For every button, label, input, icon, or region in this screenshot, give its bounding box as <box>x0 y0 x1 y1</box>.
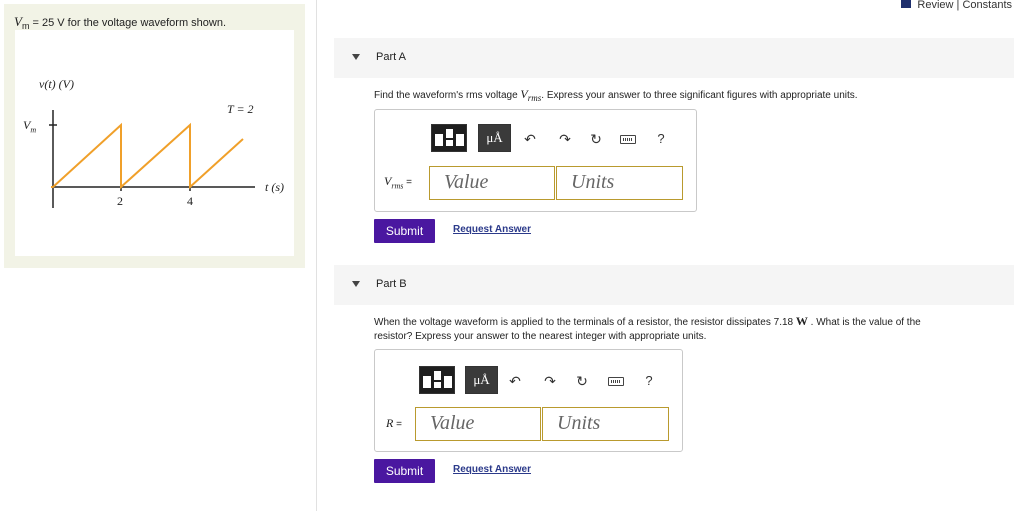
keyboard-icon[interactable] <box>620 135 636 144</box>
tick-label-4: 4 <box>187 194 193 208</box>
part-a-submit-button[interactable]: Submit <box>374 219 435 243</box>
part-b-units-input[interactable]: Units <box>542 407 669 441</box>
part-a-question: Find the waveform's rms voltage Vrms. Ex… <box>374 87 858 105</box>
part-b-answer-box: μÅ ↶ ↷ ↻ ? R = Value Units <box>374 349 683 452</box>
top-links: Review | Constants <box>901 0 1012 11</box>
help-button[interactable]: ? <box>640 372 658 390</box>
keyboard-icon[interactable] <box>608 377 624 386</box>
redo-icon[interactable]: ↷ <box>541 372 559 390</box>
part-a-value-input[interactable]: Value <box>429 166 555 200</box>
review-link[interactable]: Review <box>917 0 953 11</box>
part-a-request-answer-link[interactable]: Request Answer <box>453 224 531 235</box>
units-button[interactable]: μÅ <box>465 366 498 394</box>
part-b-question-line2: resistor? Express your answer to the nea… <box>374 331 707 342</box>
part-b-title: Part B <box>376 278 407 290</box>
part-b-request-answer-link[interactable]: Request Answer <box>453 464 531 475</box>
units-button[interactable]: μÅ <box>478 124 511 152</box>
part-b-var-label: R = <box>386 416 402 431</box>
reset-icon[interactable]: ↻ <box>573 372 591 390</box>
part-a-question-var: V <box>520 87 528 101</box>
statement-var: V <box>14 14 22 29</box>
part-b-question: When the voltage waveform is applied to … <box>374 314 1014 344</box>
statement-text: = 25 V for the voltage waveform shown. <box>29 17 227 29</box>
part-a-var-eq: = <box>403 177 412 188</box>
vm-label-sub: m <box>30 125 37 135</box>
help-button[interactable]: ? <box>652 130 670 148</box>
waveform-figure: v(t) (V) Vm T = 2 t (s) 2 4 <box>15 30 294 256</box>
part-a-title: Part A <box>376 51 406 63</box>
book-icon <box>901 0 912 8</box>
vm-label: Vm <box>23 118 36 134</box>
period-label: T = 2 <box>227 102 254 116</box>
waveform-graph <box>49 110 255 208</box>
collapse-triangle-icon[interactable] <box>352 281 360 287</box>
part-a-question-sub: rms <box>527 93 542 103</box>
t-axis-label: t (s) <box>265 180 284 194</box>
part-a-question-pre: Find the waveform's rms voltage <box>374 90 521 101</box>
part-a-answer-box: μÅ ↶ ↷ ↻ ? Vrms = Value Units <box>374 109 697 212</box>
part-a-var-sub: rms <box>391 181 404 191</box>
sawtooth-waveform <box>51 122 244 190</box>
part-a-question-post: . Express your answer to three significa… <box>541 90 858 101</box>
collapse-triangle-icon[interactable] <box>352 54 360 60</box>
part-a-header[interactable]: Part A <box>334 38 1014 78</box>
undo-icon[interactable]: ↶ <box>521 130 539 148</box>
tick-label-2: 2 <box>117 194 123 208</box>
redo-icon[interactable]: ↷ <box>556 130 574 148</box>
part-b-question-unit: W <box>795 314 808 328</box>
y-axis-label: v(t) (V) <box>39 77 74 91</box>
part-b-var-eq: = <box>393 419 402 430</box>
part-b-value-input[interactable]: Value <box>415 407 541 441</box>
reset-icon[interactable]: ↻ <box>587 130 605 148</box>
undo-icon[interactable]: ↶ <box>506 372 524 390</box>
part-b-submit-button[interactable]: Submit <box>374 459 435 483</box>
template-button[interactable] <box>431 124 467 152</box>
template-button[interactable] <box>419 366 455 394</box>
panel-divider <box>316 0 317 511</box>
links-separator: | <box>956 0 960 11</box>
constants-link[interactable]: Constants <box>962 0 1012 11</box>
part-a-var-label: Vrms = <box>384 174 412 190</box>
problem-statement: Vm = 25 V for the voltage waveform shown… <box>14 14 226 31</box>
part-b-header[interactable]: Part B <box>334 265 1014 305</box>
part-b-question-post: . What is the value of the <box>807 317 921 328</box>
part-b-question-pre: When the voltage waveform is applied to … <box>374 317 796 328</box>
part-a-units-input[interactable]: Units <box>556 166 683 200</box>
